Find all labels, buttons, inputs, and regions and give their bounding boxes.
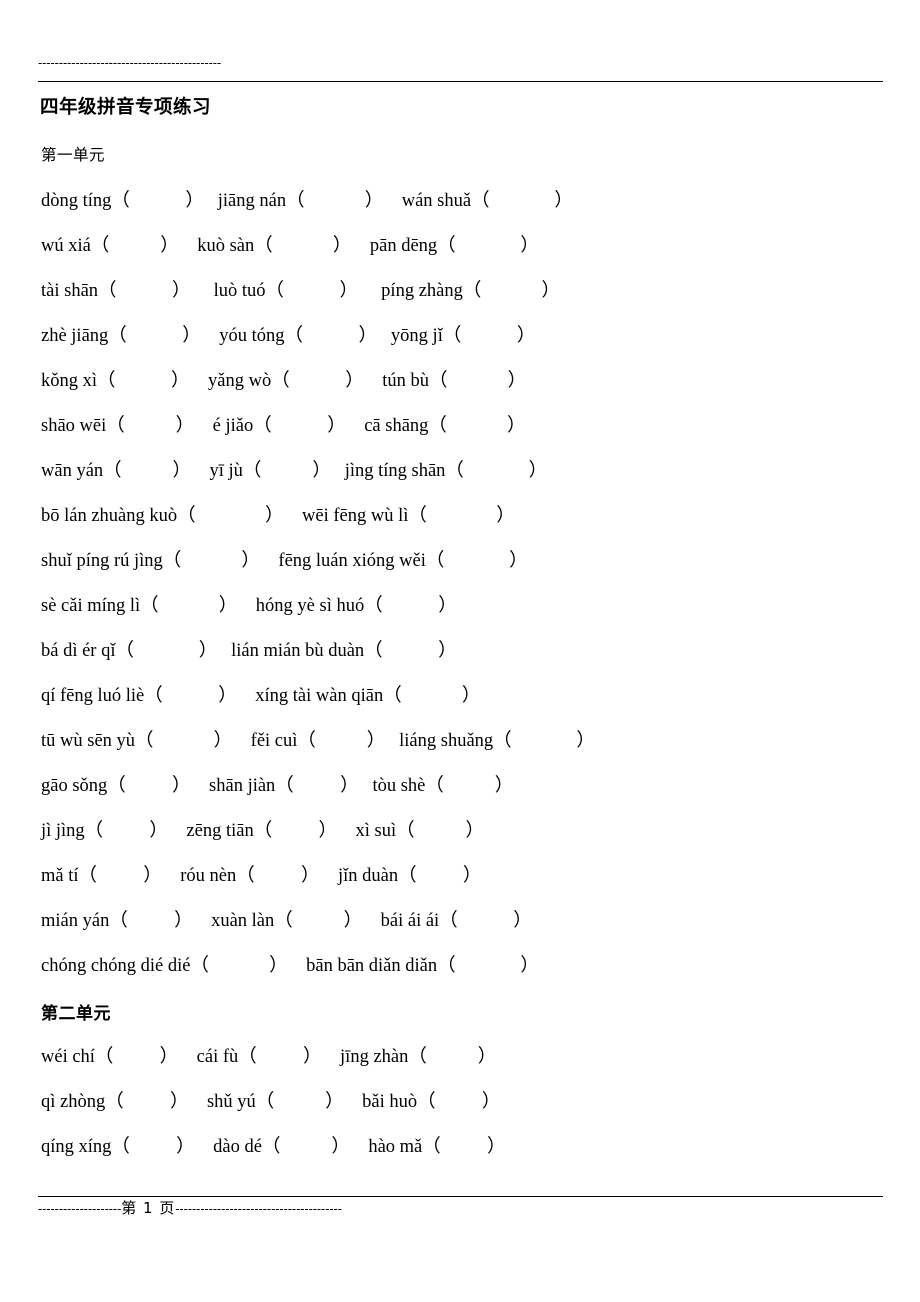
exercise-line: qì zhòng（ ） shǔ yú（ ） bǎi huò（ ） [41, 1092, 501, 1112]
exercise-line: wān yán（ ） yī jù（ ） jìng tíng shān（ ） [41, 461, 548, 481]
footer-trail-dashes: ---------------------------------------- [175, 1202, 342, 1216]
exercise-line: tài shān（ ） luò tuó（ ） píng zhàng（ ） [41, 281, 560, 301]
exercise-line: bá dì ér qǐ（ ） lián mián bù duàn（ ） [41, 641, 457, 661]
document-page: ----------------------------------------… [0, 0, 920, 1302]
exercise-line: shāo wēi（ ） é jiǎo（ ） cā shāng（ ） [41, 416, 526, 436]
page-title: 四年级拼音专项练习 [40, 97, 212, 118]
section-heading-unit-1: 第一单元 [41, 146, 106, 164]
section-heading-unit-2: 第二单元 [41, 1004, 111, 1024]
exercise-line: shuǐ píng rú jìng（ ） fēng luán xióng wěi… [41, 551, 528, 571]
exercise-line: qí fēng luó liè（ ） xíng tài wàn qiān（ ） [41, 686, 481, 706]
header-rule [38, 81, 883, 82]
exercise-line: dòng tíng（ ） jiāng nán（ ） wán shuǎ（ ） [41, 191, 573, 211]
exercise-line: zhè jiāng（ ） yóu tóng（ ） yōng jǐ（ ） [41, 326, 536, 346]
page-number: 第 1 页 [121, 1199, 176, 1217]
exercise-line: kǒng xì（ ） yǎng wò（ ） tún bù（ ） [41, 371, 527, 391]
footer: --------------------第 1 页---------------… [38, 1197, 883, 1218]
exercise-line: mǎ tí（ ） róu nèn（ ） jǐn duàn（ ） [41, 866, 482, 886]
exercise-line: wéi chí（ ） cái fù（ ） jīng zhàn（ ） [41, 1047, 497, 1067]
exercise-line: sè cǎi míng lì（ ） hóng yè sì huó（ ） [41, 596, 457, 616]
exercise-line: mián yán（ ） xuàn làn（ ） bái ái ái（ ） [41, 911, 532, 931]
footer-lead-dashes: -------------------- [38, 1202, 122, 1216]
exercise-line: chóng chóng dié dié（ ） bān bān diǎn diǎn… [41, 956, 539, 976]
exercise-line: gāo sǒng（ ） shān jiàn（ ） tòu shè（ ） [41, 776, 514, 796]
exercise-line: qíng xíng（ ） dào dé（ ） hào mǎ（ ） [41, 1137, 506, 1157]
exercise-line: jì jìng（ ） zēng tiān（ ） xì suì（ ） [41, 821, 484, 841]
header-dashed-line: ----------------------------------------… [38, 56, 222, 70]
exercise-line: tū wù sēn yù（ ） fěi cuì（ ） liáng shuǎng（… [41, 731, 595, 751]
exercise-line: wú xiá（ ） kuò sàn（ ） pān dēng（ ） [41, 236, 539, 256]
exercise-line: bō lán zhuàng kuò（ ） wēi fēng wù lì（ ） [41, 506, 515, 526]
